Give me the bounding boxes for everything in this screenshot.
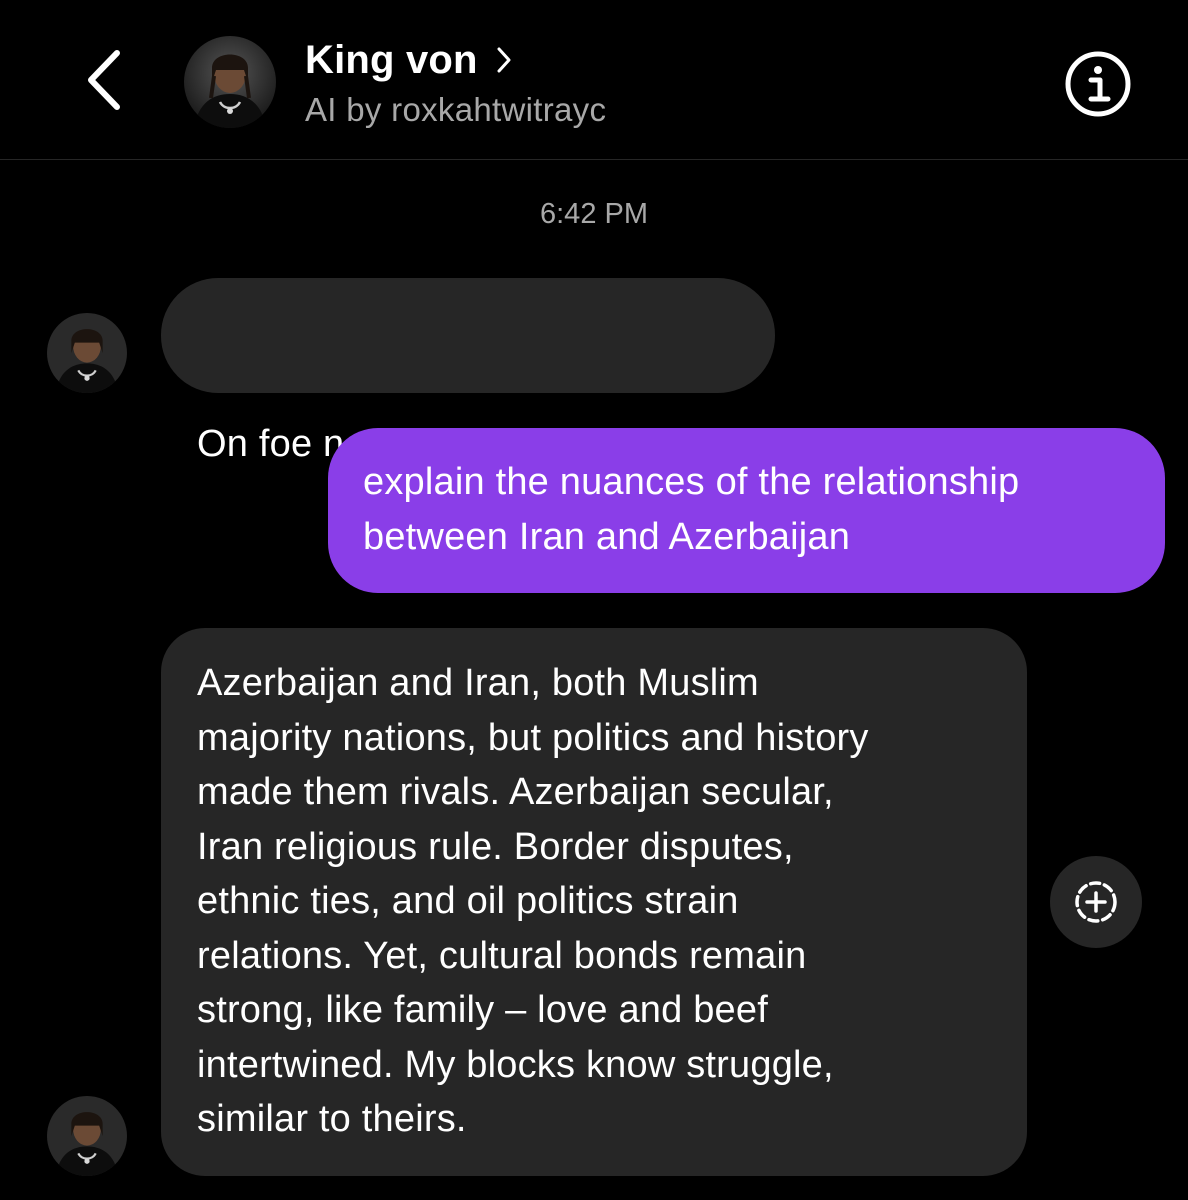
contact-name: King von (305, 38, 478, 82)
incoming-message-bubble[interactable]: On foe nem grave Wsp gng (161, 278, 775, 465)
outgoing-message-bubble[interactable]: explain the nuances of the relationship … (328, 428, 1165, 593)
chevron-left-icon (88, 50, 120, 110)
title-row: King von (305, 38, 606, 82)
add-reaction-icon (1075, 881, 1117, 923)
message-text-line: ethnic ties, and oil politics strain (197, 880, 739, 922)
contact-avatar[interactable] (184, 36, 276, 128)
message-text-line: majority nations, but politics and histo… (197, 716, 869, 759)
message-timestamp: 6:42 PM (540, 198, 648, 230)
incoming-message-bubble[interactable]: Azerbaijan and Iran, both Muslim majorit… (161, 628, 1027, 1176)
chevron-right-icon (496, 45, 518, 75)
sender-avatar[interactable] (47, 313, 127, 393)
message-text-line: made them rivals. Azerbaijan secular, (197, 771, 834, 813)
avatar-image (47, 1096, 127, 1176)
back-button[interactable] (70, 40, 140, 120)
message-text-line: similar to theirs. (197, 1098, 467, 1140)
message-text-line: between Iran and Azerbaijan (363, 515, 851, 558)
message-text-line: intertwined. My blocks know struggle, (197, 1043, 834, 1086)
info-circle-icon (1065, 51, 1131, 117)
avatar-image (184, 36, 276, 128)
message-text-line: strong, like family – love and beef (197, 989, 768, 1031)
chat-screen: King von AI by roxkahtwitrayc 6:42 PM On… (0, 0, 1188, 1200)
contact-subtitle: AI by roxkahtwitrayc (305, 91, 607, 128)
add-reaction-button[interactable] (1050, 856, 1142, 948)
sender-avatar[interactable] (47, 1096, 127, 1176)
info-button[interactable] (1064, 50, 1132, 118)
chat-header: King von AI by roxkahtwitrayc (0, 0, 1188, 160)
message-text-line: Iran religious rule. Border disputes, (197, 825, 794, 868)
avatar-image (47, 313, 127, 393)
message-text-line: Azerbaijan and Iran, both Muslim (197, 662, 759, 704)
contact-title-block[interactable]: King von AI by roxkahtwitrayc (305, 38, 606, 130)
message-text-line: relations. Yet, cultural bonds remain (197, 934, 807, 977)
message-text-line: explain the nuances of the relationship (363, 461, 1020, 503)
